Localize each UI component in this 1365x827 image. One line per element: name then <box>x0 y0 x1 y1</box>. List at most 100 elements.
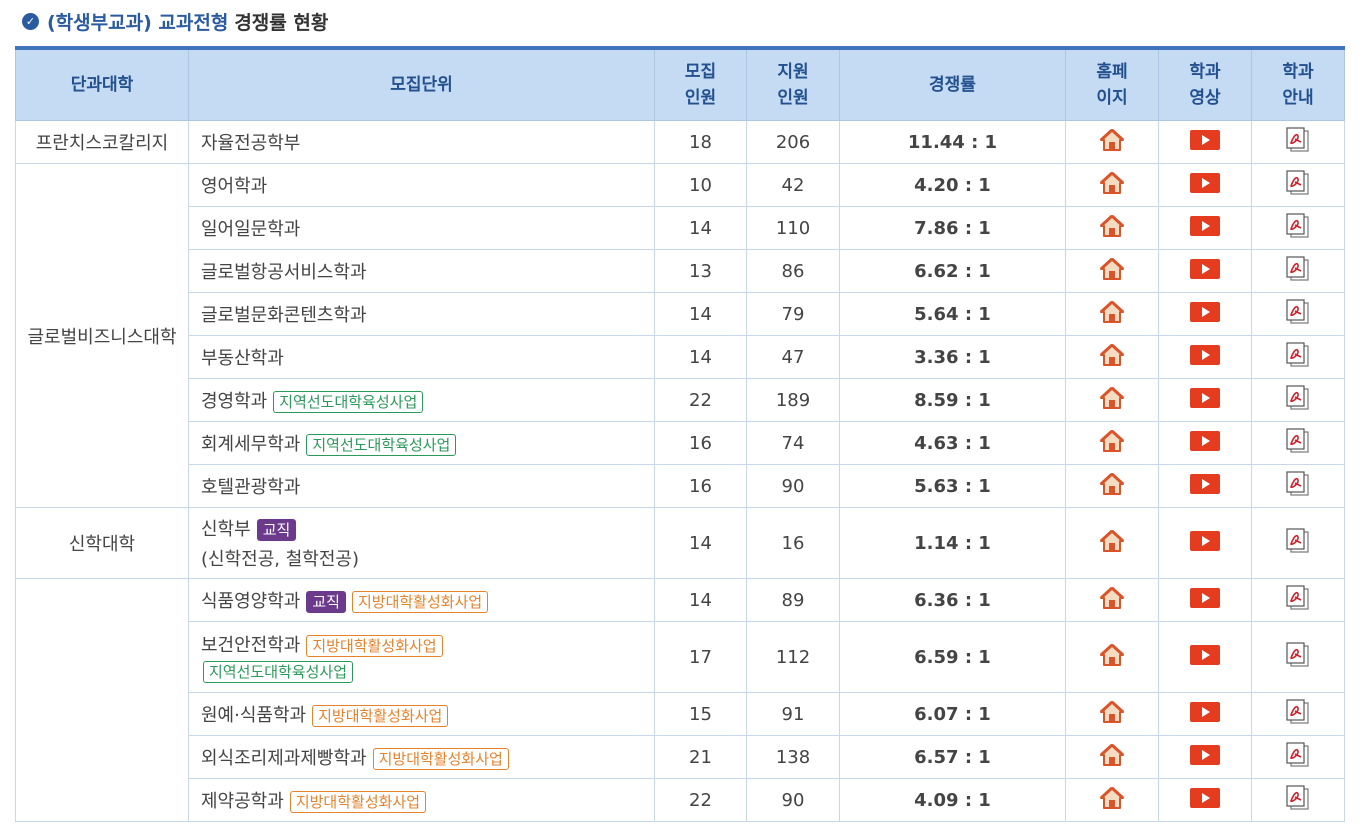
home-icon[interactable] <box>1099 343 1125 372</box>
guide-link[interactable] <box>1251 163 1345 207</box>
guide-link[interactable] <box>1251 507 1345 579</box>
video-play-icon[interactable] <box>1190 172 1220 198</box>
video-link[interactable] <box>1158 249 1252 293</box>
homepage-link[interactable] <box>1065 735 1159 779</box>
pdf-document-icon[interactable] <box>1285 584 1311 616</box>
pdf-document-icon[interactable] <box>1285 212 1311 244</box>
guide-link[interactable] <box>1251 378 1345 422</box>
video-link[interactable] <box>1158 163 1252 207</box>
video-play-icon[interactable] <box>1190 644 1220 670</box>
guide-link[interactable] <box>1251 778 1345 822</box>
video-play-icon[interactable] <box>1190 701 1220 727</box>
homepage-link[interactable] <box>1065 507 1159 579</box>
home-icon[interactable] <box>1099 171 1125 200</box>
homepage-link[interactable] <box>1065 778 1159 822</box>
dept-name: 영어학과 <box>201 176 268 197</box>
header-applicants: 지원 인원 <box>746 47 840 121</box>
video-play-icon[interactable] <box>1190 215 1220 241</box>
homepage-link[interactable] <box>1065 335 1159 379</box>
guide-link[interactable] <box>1251 206 1345 250</box>
guide-link[interactable] <box>1251 335 1345 379</box>
video-play-icon[interactable] <box>1190 430 1220 456</box>
table-row: 식품영양학과 교직 지방대학활성화사업 14 89 6.36 : 1 <box>15 578 1345 822</box>
pdf-document-icon[interactable] <box>1285 784 1311 816</box>
video-link[interactable] <box>1158 735 1252 779</box>
guide-link[interactable] <box>1251 421 1345 465</box>
video-play-icon[interactable] <box>1190 387 1220 413</box>
video-play-icon[interactable] <box>1190 473 1220 499</box>
guide-link[interactable] <box>1251 292 1345 336</box>
video-play-icon[interactable] <box>1190 530 1220 556</box>
pdf-document-icon[interactable] <box>1285 341 1311 373</box>
guide-link[interactable] <box>1251 735 1345 779</box>
video-link[interactable] <box>1158 464 1252 508</box>
pdf-document-icon[interactable] <box>1285 698 1311 730</box>
home-icon[interactable] <box>1099 386 1125 415</box>
video-link[interactable] <box>1158 292 1252 336</box>
homepage-link[interactable] <box>1065 206 1159 250</box>
pdf-document-icon[interactable] <box>1285 427 1311 459</box>
homepage-link[interactable] <box>1065 692 1159 736</box>
homepage-link[interactable] <box>1065 421 1159 465</box>
video-link[interactable] <box>1158 335 1252 379</box>
home-icon[interactable] <box>1099 743 1125 772</box>
video-link[interactable] <box>1158 120 1252 164</box>
home-icon[interactable] <box>1099 786 1125 815</box>
home-icon[interactable] <box>1099 300 1125 329</box>
guide-link[interactable] <box>1251 249 1345 293</box>
pdf-document-icon[interactable] <box>1285 126 1311 158</box>
homepage-link[interactable] <box>1065 249 1159 293</box>
guide-link[interactable] <box>1251 692 1345 736</box>
pdf-document-icon[interactable] <box>1285 255 1311 287</box>
homepage-link[interactable] <box>1065 292 1159 336</box>
pdf-document-icon[interactable] <box>1285 641 1311 673</box>
quota-cell: 10 <box>654 163 747 207</box>
pdf-document-icon[interactable] <box>1285 470 1311 502</box>
check-circle-icon: ✓ <box>22 12 39 30</box>
quota-cell: 22 <box>654 778 747 822</box>
homepage-link[interactable] <box>1065 578 1159 622</box>
guide-link[interactable] <box>1251 464 1345 508</box>
homepage-link[interactable] <box>1065 464 1159 508</box>
guide-link[interactable] <box>1251 621 1345 693</box>
pdf-document-icon[interactable] <box>1285 384 1311 416</box>
home-icon[interactable] <box>1099 429 1125 458</box>
guide-link[interactable] <box>1251 120 1345 164</box>
rate-cell: 3.36 : 1 <box>839 335 1066 379</box>
video-link[interactable] <box>1158 578 1252 622</box>
rate-cell: 6.57 : 1 <box>839 735 1066 779</box>
homepage-link[interactable] <box>1065 621 1159 693</box>
video-link[interactable] <box>1158 507 1252 579</box>
video-link[interactable] <box>1158 206 1252 250</box>
guide-link[interactable] <box>1251 578 1345 622</box>
video-play-icon[interactable] <box>1190 787 1220 813</box>
homepage-link[interactable] <box>1065 163 1159 207</box>
homepage-link[interactable] <box>1065 378 1159 422</box>
video-play-icon[interactable] <box>1190 344 1220 370</box>
video-link[interactable] <box>1158 692 1252 736</box>
pdf-document-icon[interactable] <box>1285 169 1311 201</box>
video-play-icon[interactable] <box>1190 587 1220 613</box>
home-icon[interactable] <box>1099 529 1125 558</box>
pdf-document-icon[interactable] <box>1285 527 1311 559</box>
dept-cell: 영어학과 <box>188 163 655 207</box>
video-play-icon[interactable] <box>1190 301 1220 327</box>
home-icon[interactable] <box>1099 700 1125 729</box>
video-play-icon[interactable] <box>1190 129 1220 155</box>
home-icon[interactable] <box>1099 472 1125 501</box>
home-icon[interactable] <box>1099 257 1125 286</box>
home-icon[interactable] <box>1099 128 1125 157</box>
video-play-icon[interactable] <box>1190 258 1220 284</box>
rate-cell: 4.09 : 1 <box>839 778 1066 822</box>
pdf-document-icon[interactable] <box>1285 741 1311 773</box>
home-icon[interactable] <box>1099 643 1125 672</box>
video-link[interactable] <box>1158 621 1252 693</box>
video-play-icon[interactable] <box>1190 744 1220 770</box>
video-link[interactable] <box>1158 421 1252 465</box>
pdf-document-icon[interactable] <box>1285 298 1311 330</box>
home-icon[interactable] <box>1099 214 1125 243</box>
video-link[interactable] <box>1158 378 1252 422</box>
video-link[interactable] <box>1158 778 1252 822</box>
homepage-link[interactable] <box>1065 120 1159 164</box>
home-icon[interactable] <box>1099 586 1125 615</box>
